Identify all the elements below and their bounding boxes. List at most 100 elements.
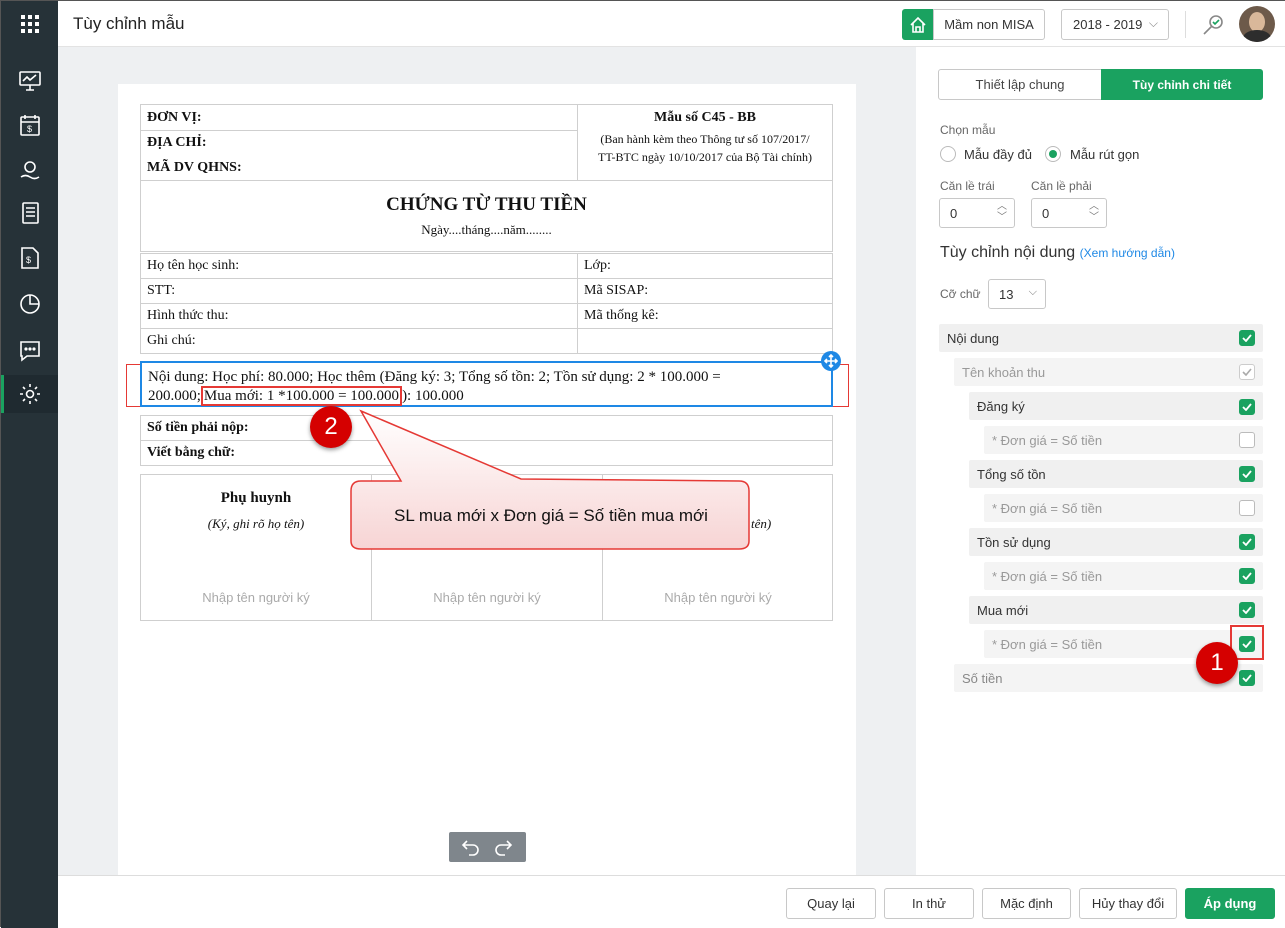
chon-mau-label: Chọn mẫu (940, 123, 996, 137)
sign-input-3[interactable]: Nhập tên người ký (603, 590, 833, 605)
apps-grid-icon[interactable] (18, 12, 42, 36)
school-selector[interactable]: Mầm non MISA (933, 9, 1045, 40)
dia-chi-label: ĐỊA CHỈ: (140, 130, 578, 156)
noi-dung-line1: Nội dung: Học phí: 80.000; Học thêm (Đăn… (148, 369, 721, 385)
ban-hanh-line1: (Ban hành kèm theo Thông tư số 107/2017/ (600, 132, 810, 146)
le-trai-stepper[interactable]: 0 ︿ ﹀ (939, 198, 1015, 228)
undo-redo-bar (449, 832, 526, 862)
svg-text:$: $ (26, 255, 31, 265)
xem-huong-dan-link[interactable]: (Xem hướng dẫn) (1080, 246, 1175, 260)
tree-ton-su-dung[interactable]: Tồn sử dụng (969, 528, 1263, 556)
chk-tong-so-ton[interactable] (1239, 466, 1255, 482)
can-le-trai-label: Căn lề trái (940, 179, 995, 193)
avatar[interactable] (1239, 6, 1275, 42)
mau-rut-gon-label: Mẫu rút gọn (1070, 147, 1140, 162)
stepper-arrows-icon[interactable]: ︿ ﹀ (1089, 201, 1099, 223)
chk-dang-ky-don-gia[interactable] (1239, 432, 1255, 448)
tree-mua-moi[interactable]: Mua mới (969, 596, 1263, 624)
calendar-fee-icon[interactable]: $ (18, 113, 42, 137)
chk-ton-su-dung[interactable] (1239, 534, 1255, 550)
ma-dv-label: MÃ DV QHNS: (140, 155, 578, 181)
chk-dang-ky[interactable] (1239, 399, 1255, 415)
ma-sisap-label: Mã SISAP: (577, 278, 833, 304)
sign-input-1[interactable]: Nhập tên người ký (141, 590, 371, 605)
left-red-bracket (126, 364, 140, 407)
chk-mua-moi[interactable] (1239, 602, 1255, 618)
settings-gear-icon[interactable] (18, 382, 42, 406)
divider (1185, 11, 1186, 38)
left-rail: $ $ (1, 1, 58, 928)
chk-mua-moi-don-gia[interactable] (1239, 636, 1255, 652)
pie-chart-icon[interactable] (18, 292, 42, 316)
dashboard-monitor-icon[interactable] (18, 69, 42, 93)
mau-day-du-label: Mẫu đầy đủ (964, 147, 1032, 162)
chk-so-tien[interactable] (1239, 670, 1255, 686)
can-le-phai-label: Căn lề phải (1031, 179, 1092, 193)
invoice-doc-icon[interactable]: $ (18, 246, 42, 270)
tree-dang-ky[interactable]: Đăng ký (969, 392, 1263, 420)
money-hand-icon[interactable] (18, 158, 42, 182)
ho-ten-label: Họ tên học sinh: (140, 253, 578, 279)
doc-heading: CHỨNG TỪ THU TIỀN (386, 194, 587, 215)
radio-day-du[interactable] (940, 146, 956, 162)
right-red-bracket (833, 364, 849, 407)
date-line: Ngày....tháng....năm........ (421, 222, 552, 237)
radio-rut-gon[interactable] (1045, 146, 1061, 162)
tree-tong-so-ton-don-gia[interactable]: * Đơn giá = Số tiền (984, 494, 1263, 522)
apply-button[interactable]: Áp dụng (1185, 888, 1275, 919)
le-trai-value: 0 (950, 205, 958, 221)
cancel-changes-button[interactable]: Hủy thay đổi (1079, 888, 1177, 919)
tab-detail[interactable]: Tùy chỉnh chi tiết (1101, 69, 1263, 100)
ledger-scroll-icon[interactable] (18, 201, 42, 225)
stepper-arrows-icon[interactable]: ︿ ﹀ (997, 201, 1007, 223)
chk-noi-dung[interactable] (1239, 330, 1255, 346)
font-size-select[interactable]: 13 ⌵ (988, 279, 1046, 309)
back-button[interactable]: Quay lại (786, 888, 876, 919)
chevron-down-icon: ⌵ (1148, 16, 1158, 30)
print-preview-button[interactable]: In thử (884, 888, 974, 919)
hinh-thuc-label: Hình thức thu: (140, 303, 578, 329)
tree-dang-ky-don-gia[interactable]: * Đơn giá = Số tiền (984, 426, 1263, 454)
quick-tool-icon[interactable] (1200, 12, 1226, 38)
font-size-value: 13 (999, 286, 1014, 302)
tab-general[interactable]: Thiết lập chung (938, 69, 1102, 100)
svg-text:$: $ (27, 124, 32, 134)
step-badge-1: 1 (1196, 642, 1238, 684)
year-label: 2018 - 2019 (1073, 17, 1143, 32)
stt-label: STT: (140, 278, 578, 304)
don-vi-label: ĐƠN VỊ: (140, 104, 578, 131)
year-selector[interactable]: 2018 - 2019 ⌵ (1061, 9, 1169, 40)
doc-header-table: ĐƠN VỊ: Mẫu số C45 - BB (Ban hành kèm th… (140, 104, 833, 181)
ghi-chu-label: Ghi chú: (140, 328, 578, 354)
chevron-down-icon: ⌵ (1028, 286, 1037, 298)
mau-so-label: Mẫu số C45 - BB (654, 110, 756, 125)
tree-ten-khoan-thu[interactable]: Tên khoản thu (954, 358, 1263, 386)
redo-icon[interactable] (493, 838, 513, 856)
lop-label: Lớp: (577, 253, 833, 279)
move-handle-icon[interactable] (821, 351, 841, 371)
noi-dung-block[interactable]: Nội dung: Học phí: 80.000; Học thêm (Đăn… (140, 361, 833, 407)
co-chu-label: Cỡ chữ (940, 287, 981, 301)
ban-hanh-line2: TT-BTC ngày 10/10/2017 của Bộ Tài chính) (598, 150, 812, 164)
noi-dung-line2c: ): 100.000 (402, 388, 464, 404)
home-icon[interactable] (902, 9, 934, 40)
callout-text: SL mua mới x Đơn giá = Số tiền mua mới (394, 506, 708, 525)
noi-dung-line2a: 200.000; (148, 388, 201, 404)
undo-icon[interactable] (461, 838, 481, 856)
sign-input-2[interactable]: Nhập tên người ký (372, 590, 602, 605)
tree-noi-dung[interactable]: Nội dung (939, 324, 1263, 352)
default-button[interactable]: Mặc định (982, 888, 1071, 919)
step-badge-2: 2 (310, 406, 352, 448)
page-title: Tùy chỉnh mẫu (73, 14, 185, 33)
tree-tong-so-ton[interactable]: Tổng số tồn (969, 460, 1263, 488)
chk-tong-so-ton-don-gia[interactable] (1239, 500, 1255, 516)
tree-ton-su-dung-don-gia[interactable]: * Đơn giá = Số tiền (984, 562, 1263, 590)
ma-thong-ke-label: Mã thống kê: (577, 303, 833, 329)
le-phai-stepper[interactable]: 0 ︿ ﹀ (1031, 198, 1107, 228)
tuy-chinh-nd-label: Tùy chỉnh nội dung (Xem hướng dẫn) (940, 244, 1175, 261)
chk-ton-su-dung-don-gia[interactable] (1239, 568, 1255, 584)
chat-message-icon[interactable] (18, 339, 42, 363)
doc-title-box: CHỨNG TỪ THU TIỀN Ngày....tháng....năm..… (140, 180, 833, 252)
mua-moi-highlight: Mua mới: 1 *100.000 = 100.000 (200, 386, 403, 406)
le-phai-value: 0 (1042, 205, 1050, 221)
